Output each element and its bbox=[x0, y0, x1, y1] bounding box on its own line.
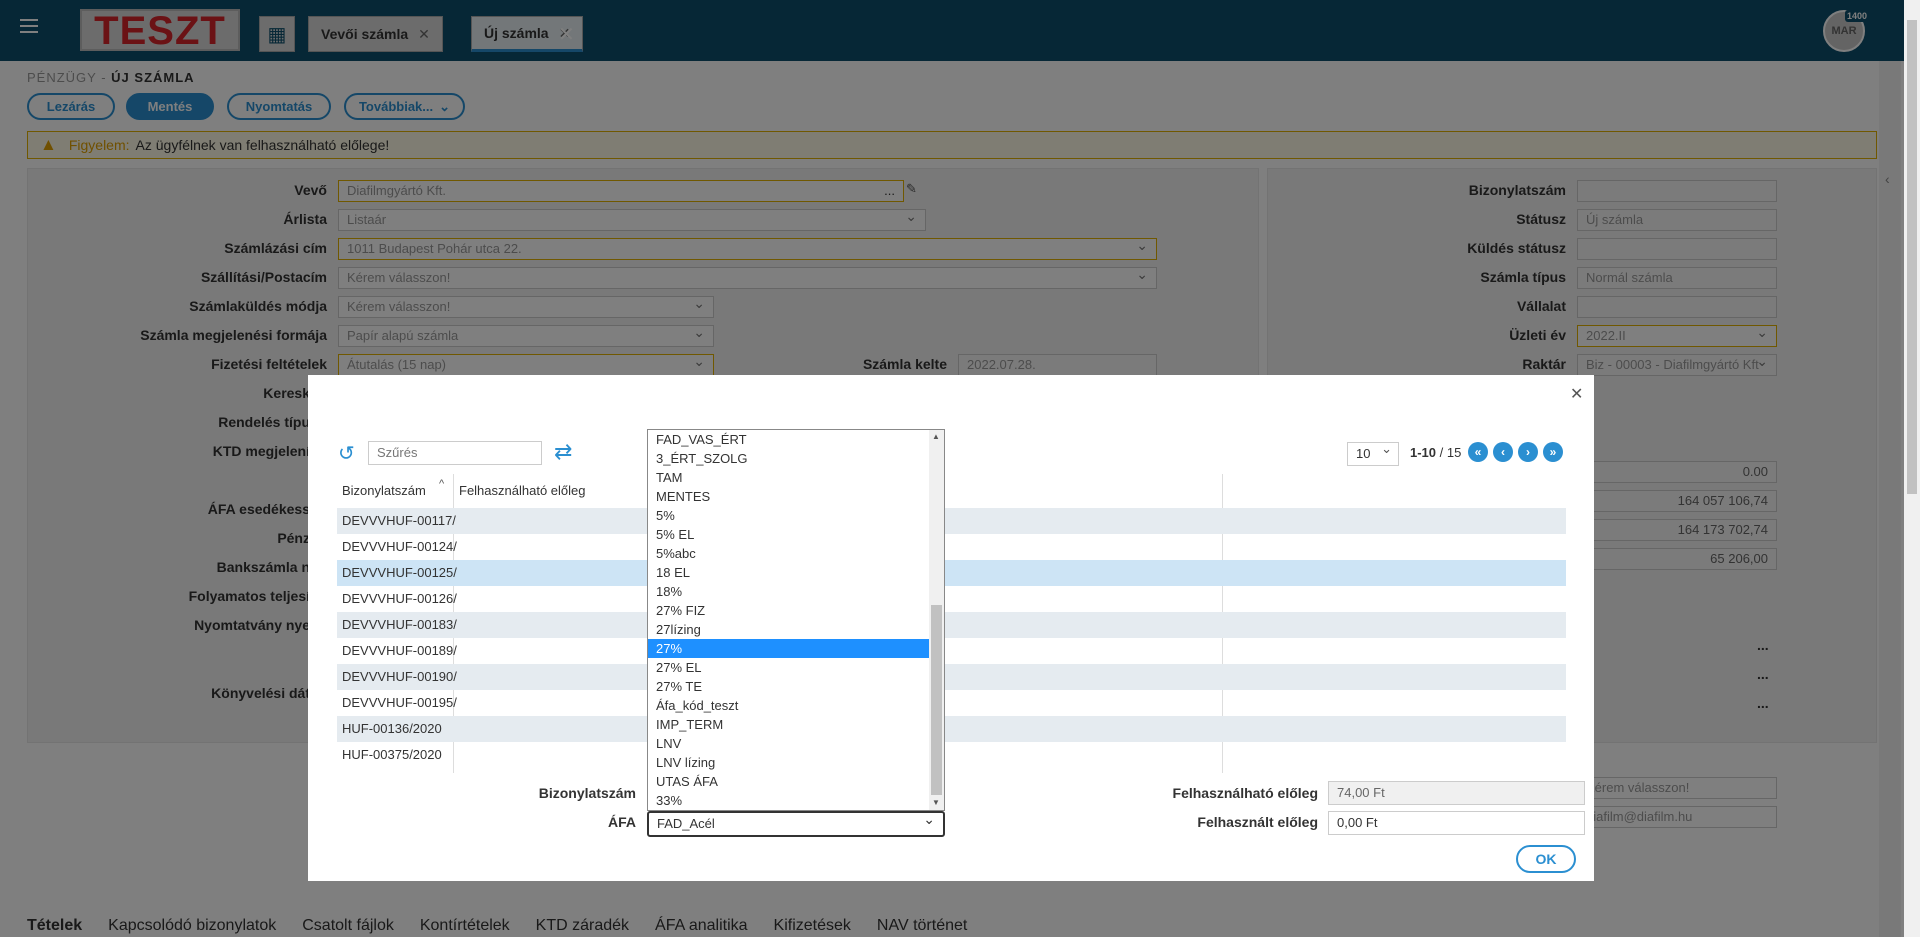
prev-page-icon[interactable]: ‹ bbox=[1493, 442, 1513, 462]
table-row[interactable]: DEVVVHUF-00190/ bbox=[337, 664, 1566, 690]
close-icon[interactable]: ✕ bbox=[1570, 384, 1583, 404]
paging-separator: / bbox=[1436, 445, 1447, 460]
list-item[interactable]: Áfa_kód_teszt bbox=[648, 696, 930, 715]
table-row[interactable]: HUF-00375/2020 bbox=[337, 742, 1566, 768]
list-item[interactable]: LNV bbox=[648, 734, 930, 753]
list-item[interactable]: LNV lízing bbox=[648, 753, 930, 772]
list-item[interactable]: 27% TE bbox=[648, 677, 930, 696]
table-row[interactable]: DEVVVHUF-00189/ bbox=[337, 638, 1566, 664]
last-page-icon[interactable]: » bbox=[1543, 442, 1563, 462]
table-row[interactable]: DEVVVHUF-00124/ bbox=[337, 534, 1566, 560]
prepayment-dialog: ✕ ↺ Szűrés ⇄ 10 1-10 / 15 « ‹ › » Bizony… bbox=[308, 375, 1594, 881]
list-item[interactable]: FAD_VAS_ÉRT bbox=[648, 430, 930, 449]
table-row[interactable]: DEVVVHUF-00183/ bbox=[337, 612, 1566, 638]
ok-button[interactable]: OK bbox=[1516, 845, 1576, 873]
list-item[interactable]: TAM bbox=[648, 468, 930, 487]
list-item[interactable]: 5% EL bbox=[648, 525, 930, 544]
paging-info: 1-10 / 15 bbox=[1410, 445, 1461, 460]
list-item[interactable]: 27% EL bbox=[648, 658, 930, 677]
list-item[interactable]: 27% FIZ bbox=[648, 601, 930, 620]
list-item[interactable]: 27lízing bbox=[648, 620, 930, 639]
field-label: Felhasználható előleg bbox=[1172, 785, 1318, 801]
first-page-icon[interactable]: « bbox=[1468, 442, 1488, 462]
scroll-down-icon[interactable]: ▼ bbox=[932, 798, 940, 807]
prepayment-table: Bizonylatszám ^ Felhasználható előleg DE… bbox=[337, 474, 1566, 773]
field-label: Bizonylatszám bbox=[538, 785, 636, 801]
available-prepayment-field: 74,00 Ft bbox=[1328, 781, 1585, 805]
refresh-icon[interactable]: ↺ bbox=[338, 441, 355, 466]
list-item[interactable]: 5% bbox=[648, 506, 930, 525]
paging-range: 1-10 bbox=[1410, 445, 1437, 460]
table-row[interactable]: DEVVVHUF-00195/ bbox=[337, 690, 1566, 716]
table-row[interactable]: DEVVVHUF-00126/ bbox=[337, 586, 1566, 612]
field-label: Felhasznált előleg bbox=[1197, 814, 1318, 830]
page-scrollbar[interactable] bbox=[1904, 0, 1920, 937]
table-row[interactable]: DEVVVHUF-00117/ bbox=[337, 508, 1566, 534]
list-item[interactable]: 18 EL bbox=[648, 563, 930, 582]
sort-icon[interactable]: ^ bbox=[439, 478, 444, 490]
table-row[interactable]: DEVVVHUF-00125/ bbox=[337, 560, 1566, 586]
column-header[interactable]: Bizonylatszám bbox=[337, 474, 447, 508]
list-item[interactable]: 18% bbox=[648, 582, 930, 601]
list-scrollbar[interactable]: ▲ ▼ bbox=[929, 430, 944, 810]
list-item[interactable]: 3_ÉRT_SZOLG bbox=[648, 449, 930, 468]
list-item[interactable]: UTAS ÁFA bbox=[648, 772, 930, 791]
scrollbar-thumb[interactable] bbox=[1907, 20, 1917, 494]
field-label: ÁFA bbox=[608, 814, 636, 830]
list-item[interactable]: IMP_TERM bbox=[648, 715, 930, 734]
scrollbar-thumb[interactable] bbox=[931, 605, 942, 795]
next-page-icon[interactable]: › bbox=[1518, 442, 1538, 462]
list-item-selected[interactable]: 27% bbox=[648, 639, 930, 658]
afa-dropdown-list: FAD_VAS_ÉRT 3_ÉRT_SZOLG TAM MENTES 5% 5%… bbox=[647, 429, 945, 811]
swap-icon[interactable]: ⇄ bbox=[554, 439, 572, 465]
afa-select[interactable]: FAD_Acél bbox=[647, 808, 945, 837]
list-item[interactable]: MENTES bbox=[648, 487, 930, 506]
scroll-up-icon[interactable]: ▲ bbox=[932, 432, 940, 441]
filter-input[interactable]: Szűrés bbox=[368, 441, 542, 465]
table-row[interactable]: HUF-00136/2020 bbox=[337, 716, 1566, 742]
page-size-select[interactable]: 10 bbox=[1347, 438, 1399, 466]
list-item[interactable]: 5%abc bbox=[648, 544, 930, 563]
used-prepayment-field[interactable]: 0,00 Ft bbox=[1328, 811, 1585, 835]
list-item[interactable]: 33% bbox=[648, 791, 930, 810]
paging-total: 15 bbox=[1446, 445, 1462, 460]
